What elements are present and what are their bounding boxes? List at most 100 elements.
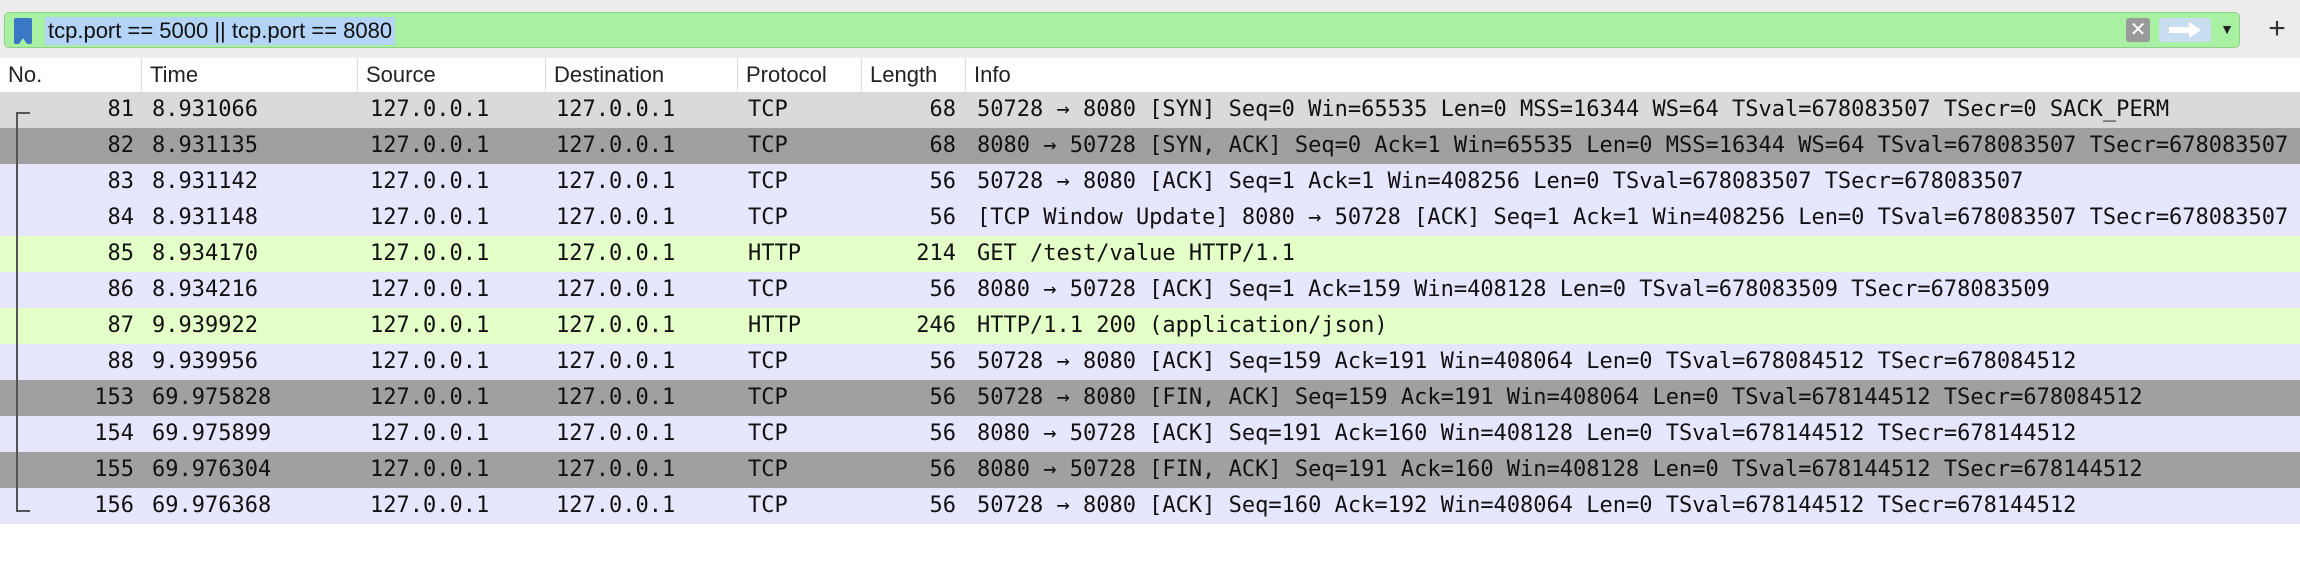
packet-source: 127.0.0.1 bbox=[370, 205, 490, 230]
column-header-no[interactable]: No. bbox=[0, 58, 142, 92]
packet-no: 87 bbox=[107, 313, 135, 338]
packet-destination: 127.0.0.1 bbox=[556, 133, 676, 158]
packet-protocol: TCP bbox=[748, 205, 788, 230]
packet-info: 50728 → 8080 [ACK] Seq=159 Ack=191 Win=4… bbox=[977, 349, 2077, 374]
packet-destination: 127.0.0.1 bbox=[556, 169, 676, 194]
packet-time: 8.931142 bbox=[152, 169, 258, 194]
packet-destination: 127.0.0.1 bbox=[556, 457, 676, 482]
packet-source: 127.0.0.1 bbox=[370, 349, 490, 374]
packet-source: 127.0.0.1 bbox=[370, 421, 490, 446]
packet-destination: 127.0.0.1 bbox=[556, 313, 676, 338]
packet-info: 8080 → 50728 [ACK] Seq=191 Ack=160 Win=4… bbox=[977, 421, 2077, 446]
display-filter-toolbar: tcp.port == 5000 || tcp.port == 8080 ✕ ▼… bbox=[0, 0, 2300, 59]
packet-length: 68 bbox=[929, 97, 957, 122]
packet-info: 8080 → 50728 [SYN, ACK] Seq=0 Ack=1 Win=… bbox=[977, 133, 2289, 158]
packet-source: 127.0.0.1 bbox=[370, 169, 490, 194]
packet-row[interactable]: 87 9.939922 127.0.0.1 127.0.0.1 HTTP 246… bbox=[0, 308, 2300, 344]
packet-info: HTTP/1.1 200 (application/json) bbox=[977, 313, 1388, 338]
packet-source: 127.0.0.1 bbox=[370, 133, 490, 158]
packet-destination: 127.0.0.1 bbox=[556, 97, 676, 122]
packet-length: 56 bbox=[929, 277, 957, 302]
column-header-length[interactable]: Length bbox=[862, 58, 966, 92]
packet-length: 56 bbox=[929, 457, 957, 482]
column-header-source[interactable]: Source bbox=[358, 58, 546, 92]
packet-protocol: TCP bbox=[748, 169, 788, 194]
packet-destination: 127.0.0.1 bbox=[556, 205, 676, 230]
arrow-right-icon[interactable] bbox=[2159, 18, 2211, 42]
packet-no: 88 bbox=[107, 349, 135, 374]
packet-length: 56 bbox=[929, 421, 957, 446]
conversation-bracket bbox=[16, 112, 18, 512]
packet-no: 153 bbox=[94, 385, 134, 410]
packet-protocol: TCP bbox=[748, 277, 788, 302]
packet-row[interactable]: 155 69.976304 127.0.0.1 127.0.0.1 TCP 56… bbox=[0, 452, 2300, 488]
packet-row[interactable]: 156 69.976368 127.0.0.1 127.0.0.1 TCP 56… bbox=[0, 488, 2300, 524]
packet-protocol: TCP bbox=[748, 349, 788, 374]
packet-length: 56 bbox=[929, 169, 957, 194]
clear-icon[interactable]: ✕ bbox=[2126, 18, 2150, 42]
packet-time: 69.975828 bbox=[152, 385, 272, 410]
packet-source: 127.0.0.1 bbox=[370, 385, 490, 410]
packet-no: 154 bbox=[94, 421, 134, 446]
packet-list-header: No. Time Source Destination Protocol Len… bbox=[0, 58, 2300, 93]
packet-row[interactable]: 81 8.931066 127.0.0.1 127.0.0.1 TCP 68 5… bbox=[0, 92, 2300, 128]
packet-row[interactable]: 153 69.975828 127.0.0.1 127.0.0.1 TCP 56… bbox=[0, 380, 2300, 416]
packet-destination: 127.0.0.1 bbox=[556, 421, 676, 446]
packet-source: 127.0.0.1 bbox=[370, 241, 490, 266]
packet-row[interactable]: 88 9.939956 127.0.0.1 127.0.0.1 TCP 56 5… bbox=[0, 344, 2300, 380]
packet-time: 69.976304 bbox=[152, 457, 272, 482]
packet-time: 9.939922 bbox=[152, 313, 258, 338]
packet-time: 8.931135 bbox=[152, 133, 258, 158]
conversation-bracket-start bbox=[16, 112, 30, 114]
packet-time: 8.931066 bbox=[152, 97, 258, 122]
packet-length: 56 bbox=[929, 493, 957, 518]
packet-length: 68 bbox=[929, 133, 957, 158]
packet-row[interactable]: 85 8.934170 127.0.0.1 127.0.0.1 HTTP 214… bbox=[0, 236, 2300, 272]
column-header-destination[interactable]: Destination bbox=[546, 58, 738, 92]
packet-protocol: TCP bbox=[748, 421, 788, 446]
chevron-down-icon[interactable]: ▼ bbox=[2219, 21, 2235, 37]
packet-destination: 127.0.0.1 bbox=[556, 385, 676, 410]
packet-list-empty-area bbox=[0, 524, 2300, 582]
packet-info: 8080 → 50728 [FIN, ACK] Seq=191 Ack=160 … bbox=[977, 457, 2143, 482]
bookmark-icon[interactable] bbox=[14, 18, 32, 44]
packet-info: 50728 → 8080 [SYN] Seq=0 Win=65535 Len=0… bbox=[977, 97, 2170, 122]
packet-no: 84 bbox=[107, 205, 135, 230]
packet-info: 50728 → 8080 [ACK] Seq=1 Ack=1 Win=40825… bbox=[977, 169, 2024, 194]
packet-protocol: HTTP bbox=[748, 241, 801, 266]
packet-destination: 127.0.0.1 bbox=[556, 349, 676, 374]
packet-no: 86 bbox=[107, 277, 135, 302]
packet-time: 8.931148 bbox=[152, 205, 258, 230]
column-header-time[interactable]: Time bbox=[142, 58, 358, 92]
packet-length: 56 bbox=[929, 349, 957, 374]
column-header-info[interactable]: Info bbox=[966, 58, 2300, 92]
packet-protocol: TCP bbox=[748, 493, 788, 518]
packet-length: 56 bbox=[929, 385, 957, 410]
packet-row[interactable]: 84 8.931148 127.0.0.1 127.0.0.1 TCP 56 [… bbox=[0, 200, 2300, 236]
packet-row[interactable]: 82 8.931135 127.0.0.1 127.0.0.1 TCP 68 8… bbox=[0, 128, 2300, 164]
packet-row[interactable]: 154 69.975899 127.0.0.1 127.0.0.1 TCP 56… bbox=[0, 416, 2300, 452]
packet-row[interactable]: 86 8.934216 127.0.0.1 127.0.0.1 TCP 56 8… bbox=[0, 272, 2300, 308]
packet-length: 56 bbox=[929, 205, 957, 230]
packet-destination: 127.0.0.1 bbox=[556, 277, 676, 302]
plus-icon[interactable]: + bbox=[2262, 12, 2292, 48]
packet-info: [TCP Window Update] 8080 → 50728 [ACK] S… bbox=[977, 205, 2289, 230]
packet-protocol: TCP bbox=[748, 133, 788, 158]
packet-info: 8080 → 50728 [ACK] Seq=1 Ack=159 Win=408… bbox=[977, 277, 2050, 302]
packet-info: GET /test/value HTTP/1.1 bbox=[977, 241, 1295, 266]
packet-row[interactable]: 83 8.931142 127.0.0.1 127.0.0.1 TCP 56 5… bbox=[0, 164, 2300, 200]
packet-list: 81 8.931066 127.0.0.1 127.0.0.1 TCP 68 5… bbox=[0, 92, 2300, 524]
column-header-protocol[interactable]: Protocol bbox=[738, 58, 862, 92]
packet-length: 214 bbox=[916, 241, 956, 266]
packet-source: 127.0.0.1 bbox=[370, 457, 490, 482]
packet-destination: 127.0.0.1 bbox=[556, 241, 676, 266]
display-filter-input[interactable]: tcp.port == 5000 || tcp.port == 8080 ✕ ▼ bbox=[4, 12, 2240, 48]
packet-no: 155 bbox=[94, 457, 134, 482]
packet-source: 127.0.0.1 bbox=[370, 313, 490, 338]
filter-text[interactable]: tcp.port == 5000 || tcp.port == 8080 bbox=[45, 17, 396, 45]
packet-destination: 127.0.0.1 bbox=[556, 493, 676, 518]
packet-source: 127.0.0.1 bbox=[370, 277, 490, 302]
packet-source: 127.0.0.1 bbox=[370, 97, 490, 122]
packet-protocol: HTTP bbox=[748, 313, 801, 338]
packet-time: 9.939956 bbox=[152, 349, 258, 374]
